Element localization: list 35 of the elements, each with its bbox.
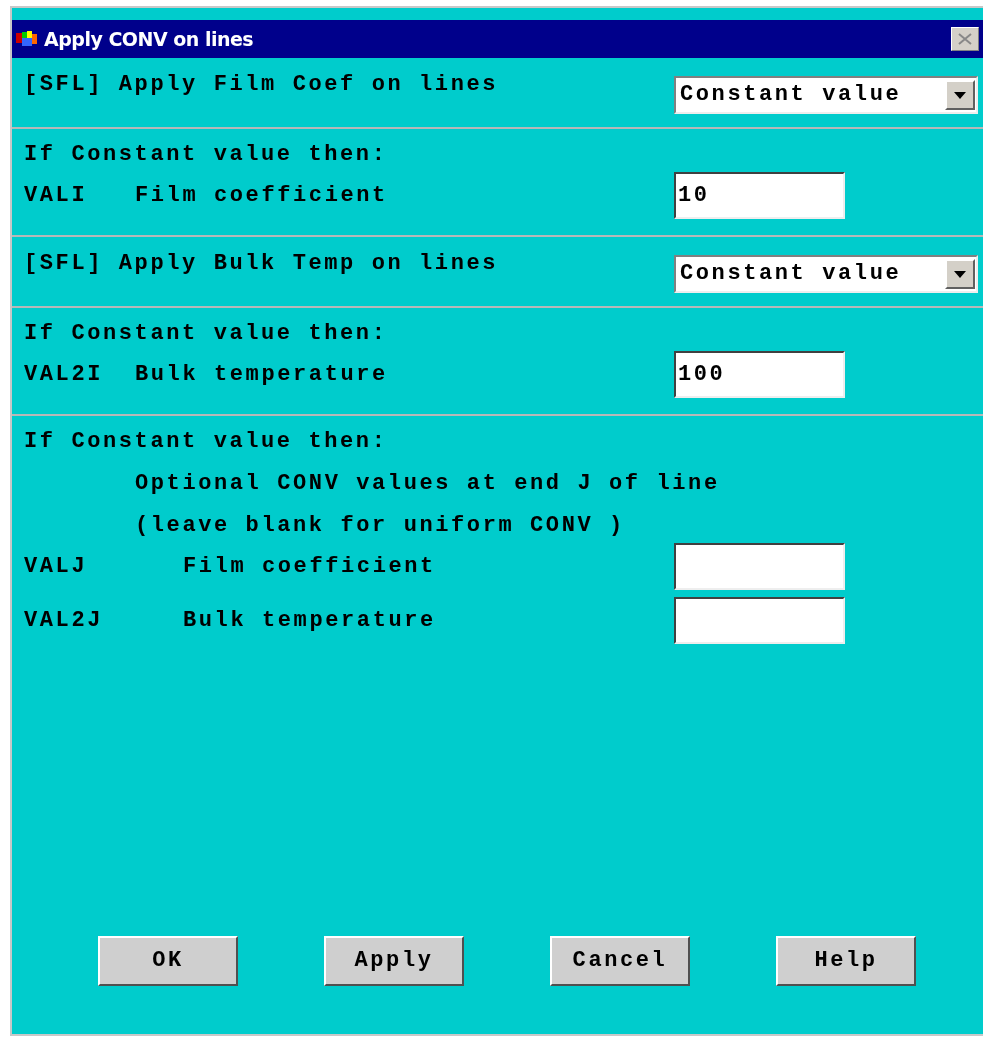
dialog-button[interactable]: Apply bbox=[324, 936, 464, 986]
field-label: [SFL] Apply Bulk Temp on lines bbox=[24, 253, 499, 275]
field-code: VALI bbox=[24, 183, 88, 208]
section-heading: If Constant value then: bbox=[24, 321, 388, 346]
close-icon bbox=[958, 33, 972, 45]
window-title: Apply CONV on lines bbox=[44, 26, 254, 52]
field-code: VAL2J bbox=[24, 608, 103, 633]
input-field[interactable]: 10 bbox=[674, 172, 845, 219]
dropdown-arrow-button[interactable] bbox=[945, 259, 975, 289]
caret-icon bbox=[954, 91, 966, 99]
app-icon bbox=[16, 30, 38, 48]
field-label: Bulk temperature bbox=[183, 610, 436, 632]
dropdown-value: Constant value bbox=[680, 84, 902, 106]
caret-icon bbox=[954, 270, 966, 278]
dropdown[interactable]: Constant value bbox=[674, 76, 978, 114]
field-label: Film coefficient bbox=[183, 556, 436, 578]
input-field[interactable] bbox=[674, 543, 845, 590]
section-heading: If Constant value then: bbox=[24, 429, 388, 454]
dropdown-value: Constant value bbox=[680, 263, 902, 285]
dialog-button[interactable]: Cancel bbox=[550, 936, 690, 986]
dialog-button[interactable]: OK bbox=[98, 936, 238, 986]
dropdown[interactable]: Constant value bbox=[674, 255, 978, 293]
field-label: [SFL] Apply Film Coef on lines bbox=[24, 74, 499, 96]
field-code: VAL2I bbox=[24, 362, 103, 387]
dropdown-arrow-button[interactable] bbox=[945, 80, 975, 110]
note-text: Optional CONV values at end J of line bbox=[135, 471, 720, 496]
section-heading: If Constant value then: bbox=[24, 142, 388, 167]
dialog-button[interactable]: Help bbox=[776, 936, 916, 986]
field-label: Bulk temperature bbox=[135, 364, 388, 386]
input-field[interactable] bbox=[674, 597, 845, 644]
field-label: Film coefficient bbox=[135, 185, 388, 207]
field-code: VALJ bbox=[24, 554, 88, 579]
note-text: (leave blank for uniform CONV ) bbox=[135, 513, 625, 538]
close-button[interactable] bbox=[951, 27, 979, 51]
input-field[interactable]: 100 bbox=[674, 351, 845, 398]
